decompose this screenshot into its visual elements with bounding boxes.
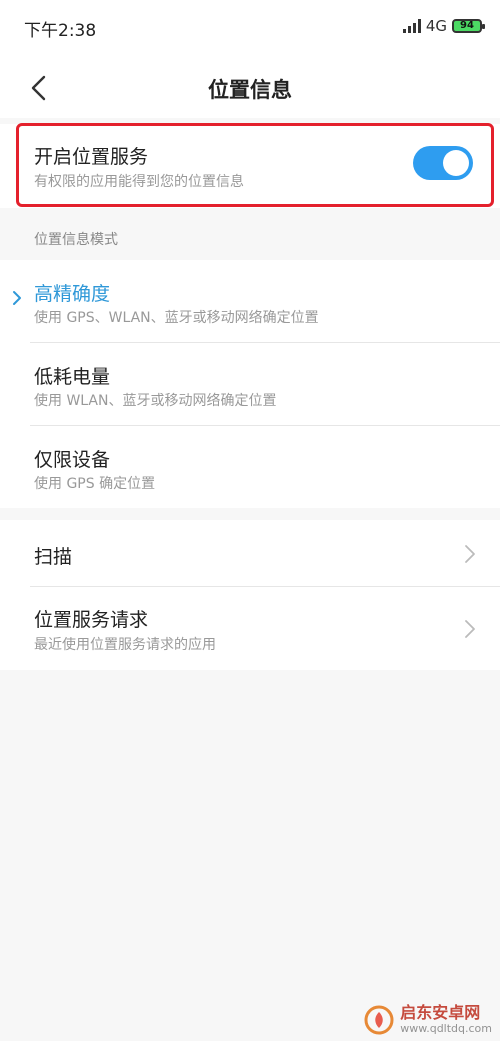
location-mode-list: 高精确度 使用 GPS、WLAN、蓝牙或移动网络确定位置 低耗电量 使用 WLA…: [0, 260, 500, 508]
watermark-logo-icon: [364, 1005, 394, 1034]
chevron-right-icon: [465, 620, 475, 638]
scan-row[interactable]: 扫描: [0, 520, 500, 586]
mode-subtitle: 使用 WLAN、蓝牙或移动网络确定位置: [34, 393, 277, 409]
battery-icon: 94: [452, 19, 485, 33]
section-label: 位置信息模式: [34, 232, 118, 248]
status-indicators: 4G 94: [402, 17, 485, 35]
status-time: 下午2:38: [24, 21, 97, 41]
watermark: 启东安卓网 www.qdltdq.com: [364, 1004, 492, 1035]
location-service-toggle[interactable]: [413, 146, 473, 180]
mode-device-only[interactable]: 仅限设备 使用 GPS 确定位置: [0, 426, 500, 508]
location-service-subtitle: 有权限的应用能得到您的位置信息: [34, 174, 244, 190]
mode-subtitle: 使用 GPS、WLAN、蓝牙或移动网络确定位置: [34, 310, 319, 326]
signal-icon: [402, 19, 421, 33]
page-title: 位置信息: [208, 78, 292, 102]
location-requests-row[interactable]: 位置服务请求 最近使用位置服务请求的应用: [0, 587, 500, 670]
mode-battery-saving[interactable]: 低耗电量 使用 WLAN、蓝牙或移动网络确定位置: [0, 343, 500, 425]
chevron-right-icon: [465, 545, 475, 563]
mode-high-accuracy[interactable]: 高精确度 使用 GPS、WLAN、蓝牙或移动网络确定位置: [0, 260, 500, 342]
mode-title: 低耗电量: [34, 366, 111, 388]
watermark-url: www.qdltdq.com: [400, 1022, 492, 1035]
status-bar: 下午2:38 4G 94: [0, 0, 500, 56]
toggle-knob: [443, 150, 469, 176]
location-service-row[interactable]: 开启位置服务 有权限的应用能得到您的位置信息: [0, 124, 500, 208]
location-requests-title: 位置服务请求: [34, 609, 149, 631]
mode-title: 仅限设备: [34, 449, 111, 471]
title-bar: 位置信息: [0, 56, 500, 118]
location-requests-subtitle: 最近使用位置服务请求的应用: [34, 637, 216, 653]
location-service-title: 开启位置服务: [34, 146, 149, 168]
mode-title: 高精确度: [34, 283, 111, 305]
watermark-text: 启东安卓网: [400, 1003, 481, 1022]
scan-title: 扫描: [34, 546, 73, 568]
network-type: 4G: [425, 17, 447, 35]
mode-subtitle: 使用 GPS 确定位置: [34, 476, 156, 492]
chevron-right-small-icon: [13, 291, 21, 305]
other-settings-list: 扫描 位置服务请求 最近使用位置服务请求的应用: [0, 520, 500, 670]
